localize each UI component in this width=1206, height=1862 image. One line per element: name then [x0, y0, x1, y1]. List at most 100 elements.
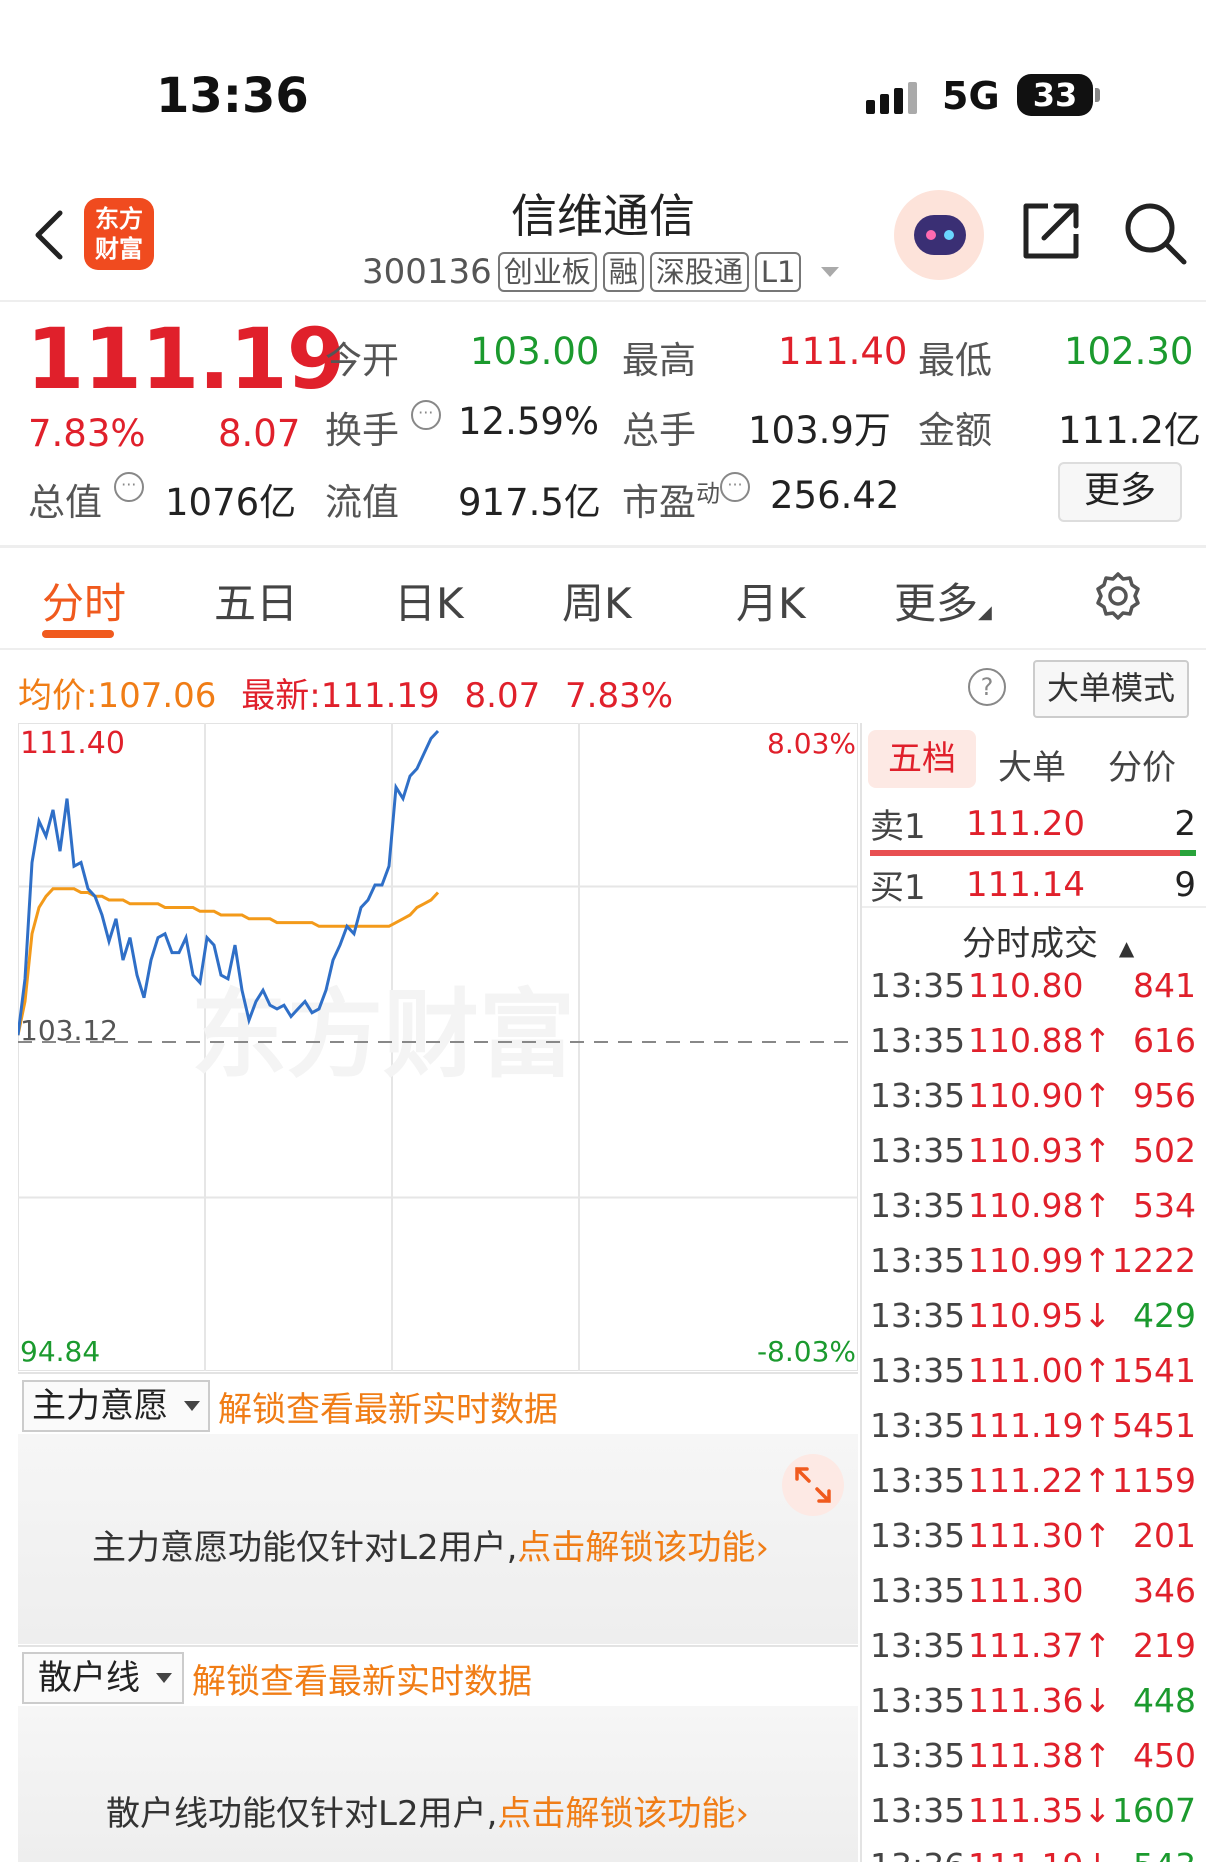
panel2-header: 散户线 解锁查看最新实时数据 — [22, 1652, 532, 1704]
tab-more-label: 更多 — [894, 579, 979, 628]
divider — [18, 1372, 858, 1374]
tick-price: 110.90↑ — [968, 1076, 1112, 1115]
more-dots-icon[interactable]: ··· — [113, 472, 144, 502]
tick-volume: 1222 — [1112, 1241, 1196, 1280]
tab-monthly-k[interactable]: 月K — [736, 570, 806, 631]
float-label: 流值 — [325, 481, 399, 524]
sell1-label: 卖1 — [870, 807, 926, 847]
tick-volume: 429 — [1133, 1296, 1196, 1335]
tick-time: 13:36 — [870, 1846, 968, 1862]
corner-triangle-icon: ◢ — [978, 602, 992, 623]
tick-volume: 841 — [1133, 966, 1196, 1005]
tick-row: 13:35 110.90↑ 956 — [870, 1068, 1196, 1123]
tab-price-dist[interactable]: 分价 — [1108, 740, 1176, 789]
more-dots-icon[interactable]: ··· — [720, 472, 750, 502]
caret-down-icon — [184, 1401, 200, 1411]
tick-volume: 1541 — [1112, 1351, 1196, 1390]
tick-volume: 5451 — [1112, 1406, 1196, 1445]
big-order-mode-button[interactable]: 大单模式 — [1033, 660, 1189, 718]
tick-price: 110.93↑ — [968, 1131, 1112, 1170]
tick-price: 111.36↓ — [968, 1681, 1112, 1720]
buy1-price: 111.14 — [966, 864, 1085, 905]
tick-volume: 448 — [1133, 1681, 1196, 1720]
tick-row: 13:35 111.22↑ 1159 — [870, 1453, 1196, 1508]
sell1-price: 111.20 — [966, 803, 1085, 844]
tab-five-day[interactable]: 五日 — [214, 570, 298, 631]
pe-value: 256.42 — [770, 474, 900, 517]
tag-level: L1 — [754, 252, 802, 292]
tick-price: 111.35↓ — [968, 1791, 1112, 1830]
share-button[interactable] — [1018, 198, 1084, 264]
help-icon[interactable]: ? — [968, 668, 1006, 706]
tab-big-orders[interactable]: 大单 — [998, 740, 1066, 789]
tick-volume: 616 — [1133, 1021, 1196, 1060]
tick-price: 110.98↑ — [968, 1186, 1112, 1225]
tick-price: 110.95↓ — [968, 1296, 1112, 1335]
tick-time: 13:35 — [870, 1516, 966, 1555]
tick-row: 13:36111.19↓543 — [870, 1838, 1196, 1862]
change-pct: 7.83% — [28, 412, 146, 455]
chart-settings-button[interactable] — [1090, 568, 1146, 624]
last-price: 111.19 — [26, 310, 345, 408]
buy1-label: 买1 — [870, 868, 926, 908]
tick-time: 13:35 — [870, 1186, 966, 1225]
main-intent-dropdown-label: 主力意愿 — [32, 1386, 168, 1426]
stock-code-line[interactable]: 300136 创业板 融 深股通 L1 — [362, 252, 840, 292]
tick-row: 13:35 110.93↑ 502 — [870, 1123, 1196, 1178]
watermark: 东方财富 — [191, 979, 575, 1091]
divider — [860, 723, 862, 1862]
more-dots-icon[interactable]: ··· — [410, 400, 441, 430]
robot-face-icon — [914, 215, 966, 255]
main-intent-notice: 主力意愿功能仅针对L2用户,点击解锁该功能› — [92, 1520, 769, 1569]
tick-price: 111.30↑ — [968, 1516, 1112, 1555]
tick-price: 111.22↑ — [968, 1461, 1112, 1500]
tick-volume: 534 — [1133, 1186, 1196, 1225]
tick-volume: 543 — [1098, 1846, 1196, 1862]
tick-row: 13:35 110.95↓ 429 — [870, 1288, 1196, 1343]
tab-more[interactable]: 更多◢ — [894, 570, 992, 631]
chevron-right-icon: › — [735, 1794, 749, 1834]
tick-volume: 346 — [1133, 1571, 1196, 1610]
open-value: 103.00 — [470, 330, 600, 373]
tab-five-levels[interactable]: 五档 — [868, 730, 976, 788]
unlock-link-2[interactable]: 解锁查看最新实时数据 — [192, 1654, 532, 1703]
tick-time: 13:35 — [870, 1791, 966, 1830]
tick-time: 13:35 — [870, 1351, 966, 1390]
tick-volume: 1607 — [1112, 1791, 1196, 1830]
pe-label-sup: 动 — [696, 479, 720, 508]
low-value: 102.30 — [1064, 330, 1194, 373]
tick-price: 110.99↑ — [968, 1241, 1112, 1280]
more-fields-button[interactable]: 更多 — [1058, 462, 1182, 522]
tick-row: 13:35 110.99↑ 1222 — [870, 1233, 1196, 1288]
retail-line-lock-box: 散户线功能仅针对L2用户,点击解锁该功能› — [18, 1706, 858, 1862]
notice-text: 散户线功能仅针对L2用户, — [106, 1794, 498, 1834]
high-label: 最高 — [622, 339, 696, 382]
unlock-link-1[interactable]: 解锁查看最新实时数据 — [218, 1382, 558, 1431]
unlock-cta-2[interactable]: 点击解锁该功能 — [497, 1794, 735, 1834]
search-icon — [1125, 203, 1187, 265]
tick-volume: 1159 — [1112, 1461, 1196, 1500]
latest-change-pct: 7.83% — [565, 676, 674, 716]
search-button[interactable] — [1120, 198, 1190, 268]
tab-intraday[interactable]: 分时 — [42, 570, 126, 631]
share-icon — [1023, 203, 1079, 259]
change-value: 8.07 — [218, 412, 301, 455]
tick-time: 13:35 — [870, 1736, 966, 1775]
ticks-list[interactable]: 13:35 110.80 841 13:35 110.88↑ 616 13:35 110.90… — [870, 958, 1196, 1862]
tab-weekly-k[interactable]: 周K — [562, 570, 632, 631]
expand-button[interactable] — [782, 1454, 844, 1516]
retail-line-dropdown[interactable]: 散户线 — [22, 1652, 184, 1704]
intraday-chart[interactable]: 东方财富 111.40 103.12 94.84 8.03% -8.03% — [18, 723, 858, 1371]
divider — [18, 1645, 858, 1647]
tick-time: 13:35 — [870, 1021, 966, 1060]
tab-daily-k[interactable]: 日K — [394, 570, 464, 631]
y-tick-pct-low: -8.03% — [757, 1335, 856, 1368]
chevron-right-icon: › — [755, 1528, 769, 1568]
sell1-row: 卖1 111.20 2 — [870, 796, 1196, 851]
buy1-row: 买1 111.14 9 — [870, 857, 1196, 912]
low-label: 最低 — [918, 339, 992, 382]
retail-line-dropdown-label: 散户线 — [38, 1658, 140, 1698]
main-intent-dropdown[interactable]: 主力意愿 — [22, 1380, 210, 1432]
unlock-cta-1[interactable]: 点击解锁该功能 — [517, 1528, 755, 1568]
status-time: 13:36 — [156, 68, 309, 124]
